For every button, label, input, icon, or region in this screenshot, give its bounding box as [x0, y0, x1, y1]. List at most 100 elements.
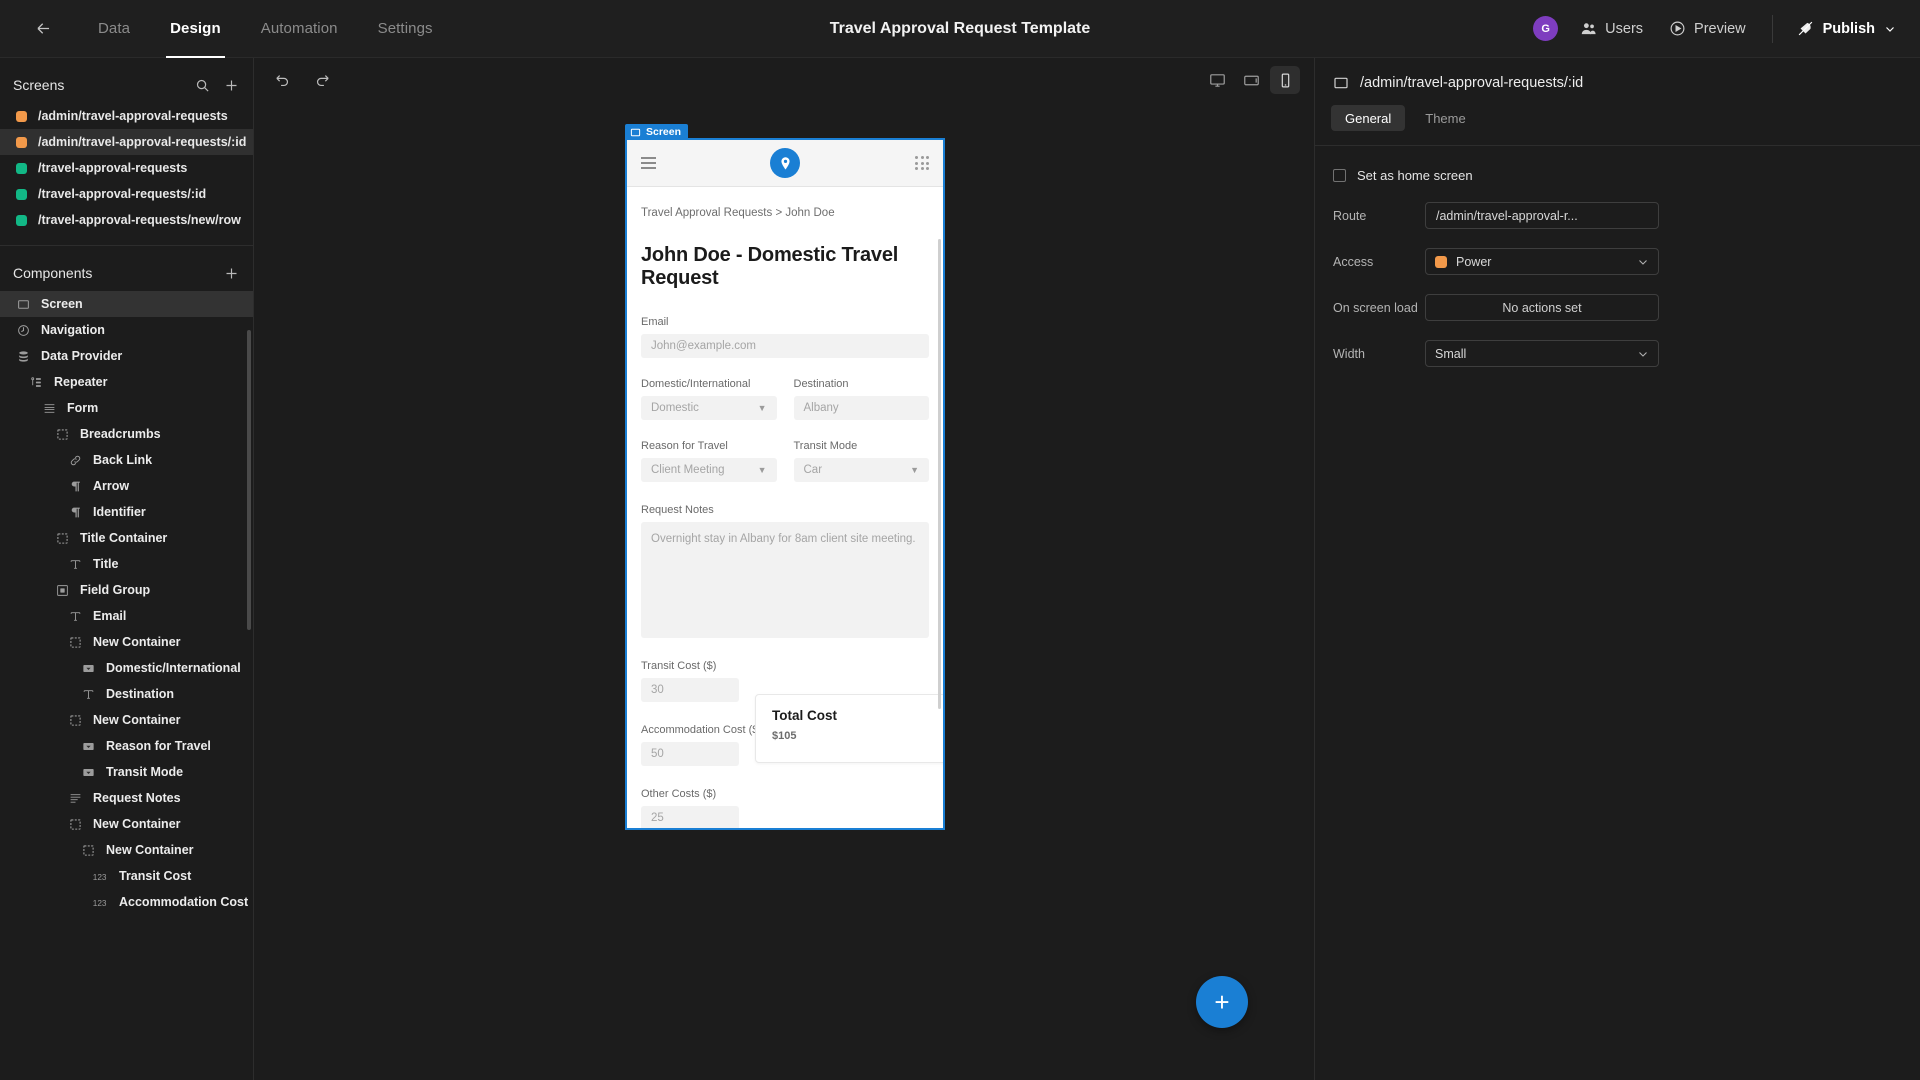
component-tree-item[interactable]: New Container [0, 707, 253, 733]
hamburger-menu-icon[interactable] [641, 157, 656, 169]
screen-list-item[interactable]: /travel-approval-requests/new/row [0, 207, 253, 233]
component-tree-item[interactable]: Form [0, 395, 253, 421]
transit-mode-select[interactable]: Car ▼ [793, 458, 929, 482]
access-color-swatch [1435, 255, 1447, 268]
component-tree-item[interactable]: Data Provider [0, 343, 253, 369]
component-tree-item[interactable]: Request Notes [0, 785, 253, 811]
reason-select-value: Client Meeting [651, 464, 725, 476]
component-tree-item[interactable]: Transit Mode [0, 759, 253, 785]
screen-list-item[interactable]: /admin/travel-approval-requests [0, 103, 253, 129]
component-tree-item[interactable]: Navigation [0, 317, 253, 343]
component-tree-item[interactable]: Title Container [0, 525, 253, 551]
screen-list-item[interactable]: /admin/travel-approval-requests/:id [0, 129, 253, 155]
onscreenload-actions-button[interactable]: No actions set [1425, 294, 1659, 321]
avatar[interactable]: G [1533, 16, 1559, 41]
route-input[interactable]: /admin/travel-approval-r... [1425, 202, 1659, 229]
add-component-icon[interactable] [224, 266, 239, 281]
reason-select[interactable]: Client Meeting ▼ [641, 458, 777, 482]
device-tablet-button[interactable] [1236, 66, 1266, 94]
screens-title: Screens [13, 77, 65, 93]
home-screen-checkbox[interactable] [1333, 169, 1346, 182]
component-tree-item[interactable]: Identifier [0, 499, 253, 525]
screen-badge[interactable]: Screen [625, 124, 689, 140]
preview-button[interactable]: Preview [1669, 20, 1746, 37]
domestic-select[interactable]: Domestic ▼ [641, 396, 777, 420]
transit-cost-input[interactable]: 30 [641, 678, 739, 702]
add-floating-button[interactable]: + [1196, 976, 1248, 1028]
preview-scrollbar[interactable] [938, 239, 941, 709]
component-tree-item[interactable]: Destination [0, 681, 253, 707]
other-costs-input[interactable]: 25 [641, 806, 739, 828]
container-icon [53, 529, 71, 547]
sidebar-scrollbar[interactable] [247, 330, 251, 630]
component-item-label: Identifier [93, 505, 146, 519]
chevron-down-icon: ▼ [910, 465, 919, 475]
access-field-row: Access Power [1315, 248, 1920, 275]
paragraph-icon [66, 503, 84, 521]
tab-automation[interactable]: Automation [241, 0, 358, 58]
device-mobile-button[interactable] [1270, 66, 1300, 94]
undo-icon[interactable] [268, 66, 296, 94]
request-notes-textarea[interactable]: Overnight stay in Albany for 8am client … [641, 522, 929, 638]
number-icon: 123 [92, 893, 110, 911]
component-item-label: New Container [106, 843, 194, 857]
rocket-icon [1797, 20, 1814, 37]
accommodation-cost-input[interactable]: 50 [641, 742, 739, 766]
tab-theme[interactable]: Theme [1411, 105, 1479, 131]
users-button[interactable]: Users [1580, 20, 1643, 37]
screen-color-dot [16, 188, 27, 200]
component-tree-item[interactable]: Screen [0, 291, 253, 317]
tab-data[interactable]: Data [78, 0, 150, 58]
users-label: Users [1605, 20, 1644, 37]
tab-design[interactable]: Design [150, 0, 241, 58]
access-select[interactable]: Power [1425, 248, 1659, 275]
tab-settings[interactable]: Settings [358, 0, 453, 58]
tab-general[interactable]: General [1331, 105, 1406, 131]
properties-route-title: /admin/travel-approval-requests/:id [1360, 75, 1584, 91]
component-item-label: Destination [106, 687, 175, 701]
component-tree-item[interactable]: New Container [0, 811, 253, 837]
component-tree-item[interactable]: Reason for Travel [0, 733, 253, 759]
screen-list-item[interactable]: /travel-approval-requests [0, 155, 253, 181]
component-tree-item[interactable]: New Container [0, 837, 253, 863]
component-tree-item[interactable]: New Container [0, 629, 253, 655]
component-tree-item[interactable]: 123 Transit Cost [0, 863, 253, 889]
component-tree-item[interactable]: Domestic/International [0, 655, 253, 681]
width-field-row: Width Small [1315, 340, 1920, 367]
home-screen-label: Set as home screen [1357, 168, 1473, 183]
device-size-switcher [1202, 66, 1300, 94]
component-tree-item[interactable]: Title [0, 551, 253, 577]
width-select[interactable]: Small [1425, 340, 1659, 367]
page-title: John Doe - Domestic Travel Request [641, 244, 899, 289]
search-icon[interactable] [195, 78, 210, 93]
screen-item-label: /travel-approval-requests/:id [38, 187, 207, 201]
transit-mode-value: Car [803, 464, 823, 476]
main-nav-tabs: Data Design Automation Settings [78, 0, 453, 58]
users-icon [1580, 20, 1597, 37]
access-label: Access [1333, 254, 1374, 269]
component-tree-item[interactable]: 123 Accommodation Cost [0, 889, 253, 915]
set-home-screen-row[interactable]: Set as home screen [1315, 146, 1920, 183]
component-tree-item[interactable]: Field Group [0, 577, 253, 603]
back-arrow-icon[interactable] [26, 12, 60, 46]
component-tree-item[interactable]: Repeater [0, 369, 253, 395]
chevron-down-icon [1637, 256, 1649, 268]
add-screen-icon[interactable] [224, 78, 239, 93]
component-tree-item[interactable]: Arrow [0, 473, 253, 499]
link-icon [66, 451, 84, 469]
component-item-label: Transit Mode [106, 765, 184, 779]
redo-icon[interactable] [308, 66, 336, 94]
device-desktop-button[interactable] [1202, 66, 1232, 94]
number-icon: 123 [92, 867, 110, 885]
apps-grid-icon[interactable] [915, 156, 929, 170]
destination-input[interactable]: Albany [793, 396, 929, 420]
component-tree-item[interactable]: Breadcrumbs [0, 421, 253, 447]
email-input[interactable]: John@example.com [641, 334, 929, 358]
dropdown-icon [79, 737, 97, 755]
field-email: Email John@example.com [641, 316, 929, 358]
component-tree: Screen Navigation Data Provider Repeater For… [0, 291, 253, 915]
publish-button[interactable]: Publish [1797, 20, 1896, 37]
screen-list-item[interactable]: /travel-approval-requests/:id [0, 181, 253, 207]
component-tree-item[interactable]: Back Link [0, 447, 253, 473]
component-tree-item[interactable]: Email [0, 603, 253, 629]
